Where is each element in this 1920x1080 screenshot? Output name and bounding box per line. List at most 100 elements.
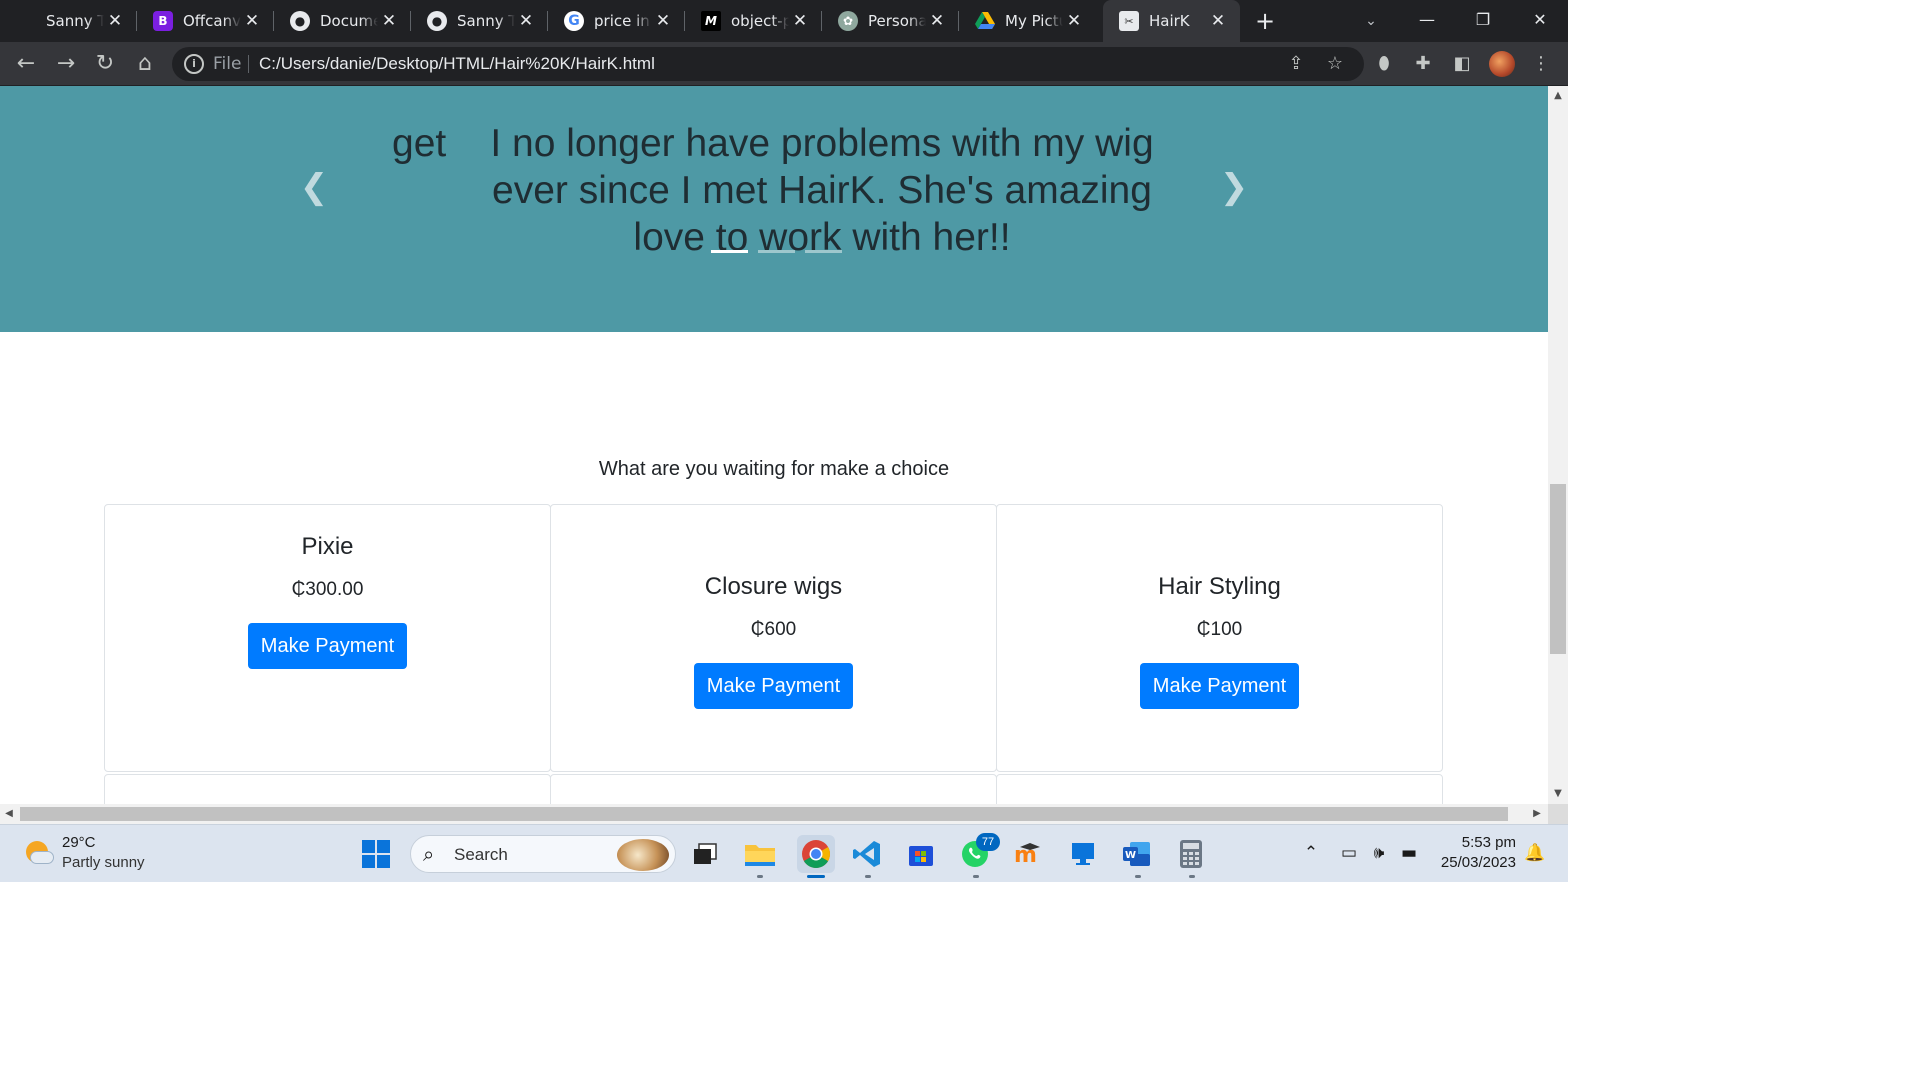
windows-start-icon[interactable] <box>362 840 390 868</box>
clock-date[interactable]: 25/03/2023 <box>1432 854 1516 871</box>
volume-icon[interactable]: 🕪 <box>1368 842 1390 864</box>
calculator-icon[interactable] <box>1174 837 1208 871</box>
star-icon[interactable]: ☆ <box>1325 54 1345 74</box>
product-card: Pixie ₵300.00 Make Payment <box>104 504 551 772</box>
close-icon[interactable]: ✕ <box>516 11 536 31</box>
notification-badge: 77 <box>976 833 1000 851</box>
search-icon: ⌕ <box>423 842 435 866</box>
word-icon[interactable]: W <box>1120 837 1154 871</box>
close-icon[interactable]: ✕ <box>105 11 125 31</box>
home-icon[interactable]: ⌂ <box>132 51 158 77</box>
file-explorer-icon[interactable] <box>743 837 777 871</box>
tab-3[interactable]: ● Documen ✕ <box>274 0 411 42</box>
page-viewport: get I no longer have problems with my wi… <box>0 86 1548 804</box>
side-panel-icon[interactable]: ◧ <box>1450 52 1474 76</box>
taskbar-search[interactable]: ⌕ Search <box>410 835 676 873</box>
close-window-icon[interactable]: ✕ <box>1524 6 1556 34</box>
tab-2[interactable]: B Offcanva ✕ <box>137 0 274 42</box>
make-payment-button[interactable]: Make Payment <box>1140 663 1299 709</box>
tab-8[interactable]: My Pictu ✕ <box>959 0 1096 42</box>
address-bar[interactable]: i File C:/Users/danie/Desktop/HTML/Hair%… <box>172 47 1364 81</box>
tab-6[interactable]: M object-p ✕ <box>685 0 822 42</box>
close-icon[interactable]: ✕ <box>1064 11 1084 31</box>
scroll-down-icon[interactable]: ▼ <box>1548 786 1568 802</box>
remote-desktop-icon[interactable] <box>1066 837 1100 871</box>
close-icon[interactable]: ✕ <box>790 11 810 31</box>
make-payment-button[interactable]: Make Payment <box>694 663 853 709</box>
scroll-up-icon[interactable]: ▲ <box>1548 88 1568 104</box>
chevron-right-icon[interactable]: ❯ <box>1219 170 1249 204</box>
google-icon: G <box>564 11 584 31</box>
medium-icon: M <box>701 11 721 31</box>
product-price: ₵100 <box>1196 619 1243 640</box>
close-icon[interactable]: ✕ <box>1208 11 1228 31</box>
battery-icon[interactable]: ▬ <box>1398 842 1420 864</box>
tab-title: My Pictu <box>1005 12 1063 30</box>
scroll-left-icon[interactable]: ◀ <box>0 804 18 824</box>
tab-7[interactable]: ✿ Personal ✕ <box>822 0 959 42</box>
chrome-icon[interactable] <box>797 835 835 873</box>
tab-1[interactable]: Sanny Te ✕ <box>0 0 137 42</box>
tab-title: Sanny Te <box>46 12 104 30</box>
testimonial-carousel: get I no longer have problems with my wi… <box>0 86 1548 332</box>
weather-temp[interactable]: 29°C <box>62 834 96 851</box>
new-tab-plus-icon[interactable]: + <box>1252 8 1278 34</box>
close-icon[interactable]: ✕ <box>927 11 947 31</box>
avatar[interactable] <box>1489 51 1515 77</box>
weather-icon[interactable] <box>24 839 54 869</box>
openai-icon: ✿ <box>838 11 858 31</box>
globe-icon <box>16 11 36 31</box>
vscode-icon[interactable] <box>850 837 884 871</box>
restore-icon[interactable]: ❐ <box>1467 6 1499 34</box>
horizontal-scrollbar[interactable]: ◀ ▶ <box>0 804 1548 824</box>
make-payment-button[interactable]: Make Payment <box>248 623 407 669</box>
minimize-icon[interactable]: — <box>1411 6 1443 34</box>
page-favicon-icon: ✂ <box>1119 11 1139 31</box>
carousel-indicator[interactable] <box>758 250 795 253</box>
tab-active[interactable]: ✂ HairK ✕ <box>1103 0 1240 42</box>
extension-icon[interactable]: ⬮ <box>1372 52 1396 76</box>
weather-desc[interactable]: Partly sunny <box>62 854 145 871</box>
back-arrow-icon[interactable]: ← <box>13 51 39 77</box>
chevron-down-icon[interactable]: ⌄ <box>1360 10 1382 32</box>
product-card <box>996 774 1443 804</box>
carousel-indicator[interactable] <box>711 250 748 253</box>
share-icon[interactable]: ⇪ <box>1286 54 1306 74</box>
tab-title: HairK <box>1149 12 1190 30</box>
close-icon[interactable]: ✕ <box>379 11 399 31</box>
product-card: Hair Styling ₵100 Make Payment <box>996 504 1443 772</box>
clock-time[interactable]: 5:53 pm <box>1440 834 1516 851</box>
network-icon[interactable]: ▭ <box>1338 842 1360 864</box>
chevron-up-icon[interactable]: ⌃ <box>1300 842 1322 864</box>
forward-arrow-icon[interactable]: → <box>53 51 79 77</box>
scrollbar-thumb[interactable] <box>1550 484 1566 654</box>
scroll-right-icon[interactable]: ▶ <box>1528 804 1546 824</box>
close-icon[interactable]: ✕ <box>653 11 673 31</box>
puzzle-icon[interactable]: ✚ <box>1411 52 1435 76</box>
tab-5[interactable]: G price in I ✕ <box>548 0 685 42</box>
task-view-icon[interactable] <box>688 837 722 871</box>
search-label: Search <box>454 845 508 864</box>
product-name: Closure wigs <box>704 573 843 600</box>
tab-strip: Sanny Te ✕ B Offcanva ✕ ● Documen ✕ ● Sa… <box>0 0 1568 42</box>
close-icon[interactable]: ✕ <box>242 11 262 31</box>
tab-title: Personal <box>868 12 926 30</box>
moodle-icon[interactable]: m <box>1012 837 1046 871</box>
product-card: Closure wigs ₵600 Make Payment <box>550 504 997 772</box>
tab-4[interactable]: ● Sanny Te ✕ <box>411 0 548 42</box>
globe-icon: ● <box>427 11 447 31</box>
chevron-left-icon[interactable]: ❮ <box>299 170 329 204</box>
reload-icon[interactable]: ↻ <box>92 51 118 77</box>
microsoft-store-icon[interactable] <box>904 837 938 871</box>
url-text[interactable]: C:/Users/danie/Desktop/HTML/Hair%20K/Hai… <box>259 54 655 74</box>
vertical-scrollbar[interactable]: ▲ ▼ <box>1548 86 1568 804</box>
tab-title: Sanny Te <box>457 12 515 30</box>
svg-text:W: W <box>1125 850 1136 861</box>
tab-title: Documen <box>320 12 378 30</box>
info-icon[interactable]: i <box>184 54 204 74</box>
scrollbar-thumb[interactable] <box>20 807 1508 821</box>
more-menu-icon[interactable]: ⋮ <box>1529 52 1553 76</box>
notification-bell-icon[interactable]: 🔔 <box>1524 842 1546 864</box>
carousel-indicator[interactable] <box>805 250 842 253</box>
section-heading: What are you waiting for make a choice <box>598 458 950 480</box>
